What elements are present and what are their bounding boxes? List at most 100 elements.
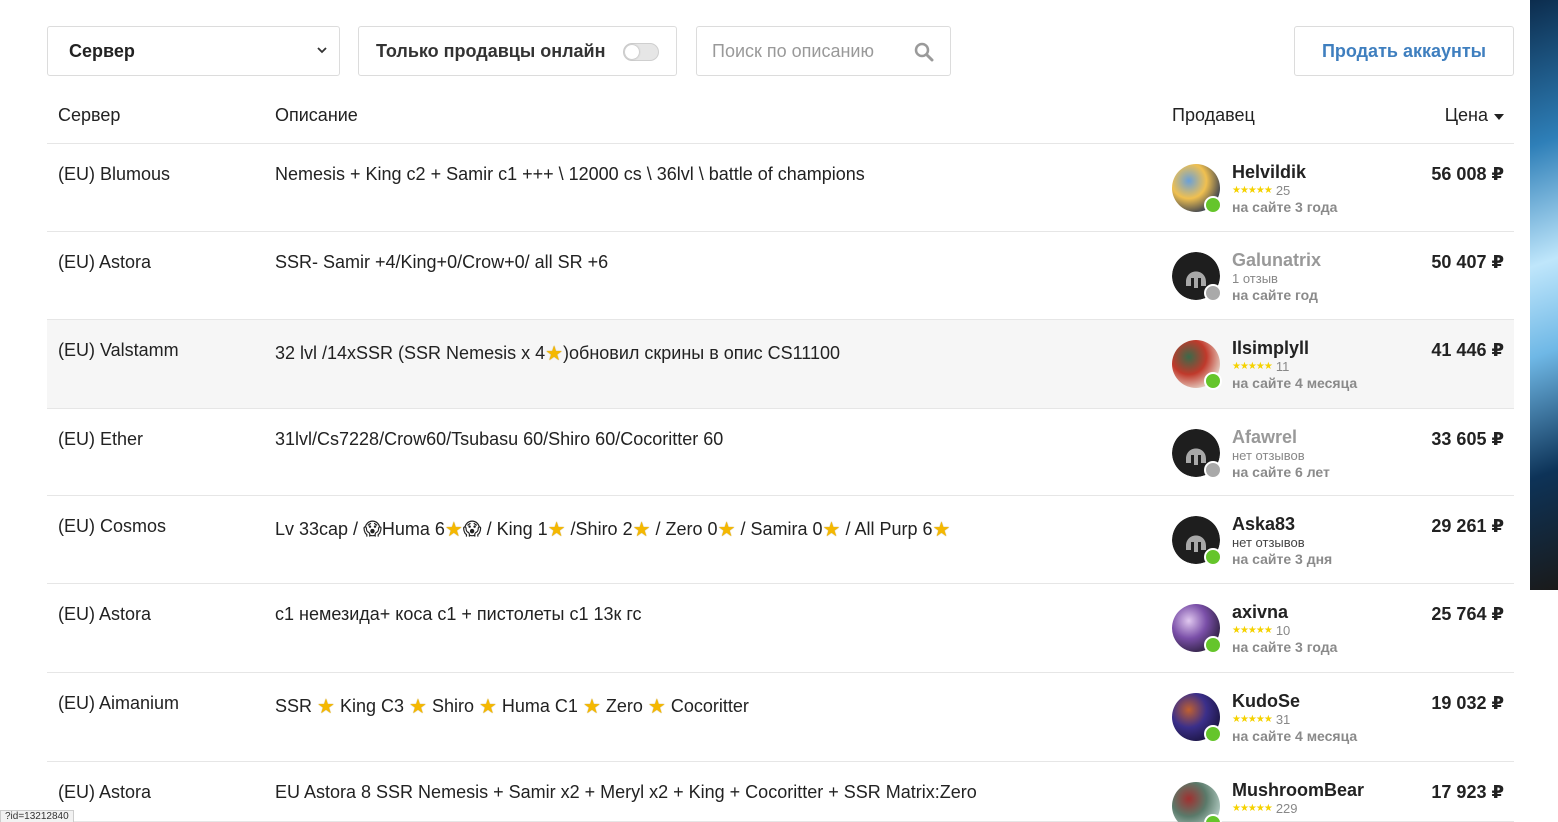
seller-name[interactable]: Aska83 [1232, 514, 1332, 534]
star-emoji-icon: ★ [632, 519, 651, 541]
table-row[interactable]: (EU) Valstamm 32 lvl /14xSSR (SSR Nemesis… [47, 320, 1514, 409]
description-text: King C3 [334, 696, 409, 716]
table-row[interactable]: (EU) Astora с1 немезида+ коса с1 + пистол… [47, 584, 1514, 673]
seller-info: Ilsimplyll ★★★★★ 11 на сайте 4 месяца [1232, 338, 1357, 392]
reviews-text: 1 отзыв [1232, 271, 1278, 286]
row-server: (EU) Astora [58, 252, 152, 272]
row-server: (EU) Cosmos [58, 516, 167, 536]
search-field [696, 26, 951, 76]
seller-rating: ★★★★★ 25 [1232, 183, 1337, 199]
table-row[interactable]: (EU) Astora SSR- Samir +4/King+0/Crow+0/ … [47, 232, 1514, 320]
description-text: / Zero 0 [650, 519, 718, 539]
row-server: (EU) Aimanium [58, 693, 180, 713]
rating-stars-icon: ★★★★★ [1232, 185, 1273, 196]
row-price: 17 923 ₽ [1431, 782, 1504, 802]
description-text: Huma 6 [381, 519, 445, 539]
table-row[interactable]: (EU) Astora EU Astora 8 SSR Nemesis + Sam… [47, 762, 1514, 822]
seller-name[interactable]: Afawrel [1232, 427, 1330, 447]
page: Сервер Только продавцы онлайн Продать ак… [0, 0, 1530, 822]
server-select[interactable]: Сервер [47, 26, 340, 76]
description-text: SSR [275, 696, 318, 716]
seller-since: на сайте 4 месяца [1232, 375, 1358, 391]
seller-name[interactable]: KudoSe [1232, 691, 1357, 711]
star-emoji-icon: ★ [444, 519, 463, 541]
table-row[interactable]: (EU) Cosmos Lv 33cap / 😱Huma 6★😱 / King 1… [47, 496, 1514, 584]
rating-count: 25 [1275, 183, 1291, 198]
default-helmet-avatar[interactable] [1172, 252, 1222, 302]
row-description[interactable]: SSR- Samir +4/King+0/Crow+0/ all SR +6 [275, 252, 608, 273]
seller-since: на сайте 6 лет [1232, 464, 1330, 480]
seller-name[interactable]: MushroomBear [1232, 780, 1364, 800]
server-select-value: Сервер [69, 40, 135, 61]
row-description[interactable]: EU Astora 8 SSR Nemesis + Samir x2 + Mer… [275, 782, 977, 803]
online-status-dot [1204, 636, 1222, 654]
description-text: / King 1 [481, 519, 548, 539]
row-description[interactable]: Lv 33cap / 😱Huma 6★😱 / King 1★ /Shiro 2★… [275, 516, 950, 541]
seller-rating: 1 отзыв [1232, 271, 1321, 287]
table-row[interactable]: (EU) Ether 31lvl/Cs7228/Crow60/Tsubasu 60… [47, 409, 1514, 496]
header-seller: Продавец [1172, 105, 1255, 125]
row-server: (EU) Ether [58, 429, 144, 449]
seller-rating: ★★★★★ 11 [1232, 359, 1357, 375]
row-description[interactable]: с1 немезида+ коса с1 + пистолеты с1 13к … [275, 604, 642, 625]
search-icon[interactable] [914, 42, 934, 62]
online-sellers-toggle[interactable]: Только продавцы онлайн [358, 26, 677, 76]
rating-stars-icon: ★★★★★ [1232, 361, 1273, 372]
avatar[interactable] [1172, 693, 1222, 743]
offline-status-dot [1204, 284, 1222, 302]
default-helmet-avatar[interactable] [1172, 429, 1222, 479]
seller-since: на сайте год [1232, 287, 1318, 303]
online-toggle-label: Только продавцы онлайн [376, 40, 606, 61]
table-row[interactable]: (EU) Blumous Nemesis + King c2 + Samir c1… [47, 144, 1514, 232]
star-emoji-icon: ★ [717, 519, 736, 541]
description-text: Cocoritter [665, 696, 749, 716]
sell-accounts-button[interactable]: Продать аккаунты [1294, 26, 1514, 76]
row-description[interactable]: 32 lvl /14xSSR (SSR Nemesis x 4★)обновил… [275, 340, 840, 365]
default-helmet-avatar[interactable] [1172, 516, 1222, 566]
toggle-knob [625, 45, 639, 59]
rating-count: 31 [1275, 712, 1291, 727]
row-description[interactable]: 31lvl/Cs7228/Crow60/Tsubasu 60/Shiro 60/… [275, 429, 723, 450]
star-emoji-icon: ★ [547, 519, 566, 541]
seller-rating: ★★★★★ 31 [1232, 712, 1357, 728]
avatar[interactable] [1172, 164, 1222, 214]
star-emoji-icon: ★ [582, 696, 601, 718]
rating-count: 11 [1275, 359, 1290, 374]
avatar[interactable] [1172, 604, 1222, 654]
header-price-sort[interactable]: Цена [1445, 105, 1504, 126]
description-text: / All Purp 6 [840, 519, 933, 539]
description-text: / Samira 0 [735, 519, 823, 539]
row-description[interactable]: Nemesis + King c2 + Samir c1 +++ \ 12000… [275, 164, 865, 185]
header-server[interactable]: Сервер [58, 105, 120, 126]
row-description[interactable]: SSR ★ King C3 ★ Shiro ★ Huma C1 ★ Zero ★… [275, 693, 749, 718]
seller-name[interactable]: axivna [1232, 602, 1337, 622]
seller-info: Galunatrix 1 отзыв на сайте год [1232, 250, 1321, 304]
seller-since: на сайте 4 месяца [1232, 728, 1358, 744]
rating-count: 10 [1275, 623, 1291, 638]
avatar[interactable] [1172, 340, 1222, 390]
star-emoji-icon: ★ [409, 696, 427, 718]
offline-status-dot [1204, 461, 1222, 479]
row-server: (EU) Valstamm [58, 340, 179, 360]
description-text: /Shiro 2 [565, 519, 633, 539]
seller-rating: нет отзывов [1232, 448, 1330, 464]
row-price: 56 008 ₽ [1431, 164, 1504, 184]
seller-name[interactable]: Galunatrix [1232, 250, 1321, 270]
row-server: (EU) Blumous [58, 164, 171, 184]
filter-bar: Сервер Только продавцы онлайн Продать ак… [47, 26, 1514, 76]
star-emoji-icon: ★ [545, 343, 564, 365]
seller-name[interactable]: Helvildik [1232, 162, 1337, 182]
rating-count: 229 [1275, 801, 1298, 816]
avatar[interactable] [1172, 782, 1222, 822]
chevron-down-icon [317, 47, 327, 54]
row-price: 29 261 ₽ [1431, 516, 1504, 536]
seller-name[interactable]: Ilsimplyll [1232, 338, 1357, 358]
star-emoji-icon: ★ [478, 696, 497, 718]
row-price: 41 446 ₽ [1431, 340, 1504, 360]
search-input[interactable] [697, 27, 897, 75]
toggle-switch[interactable] [623, 43, 659, 61]
scream-emoji-icon: 😱 [462, 519, 482, 539]
row-server: (EU) Astora [58, 604, 152, 624]
table-row[interactable]: (EU) Aimanium SSR ★ King C3 ★ Shiro ★ Hum… [47, 673, 1514, 762]
reviews-text: нет отзывов [1232, 535, 1305, 550]
